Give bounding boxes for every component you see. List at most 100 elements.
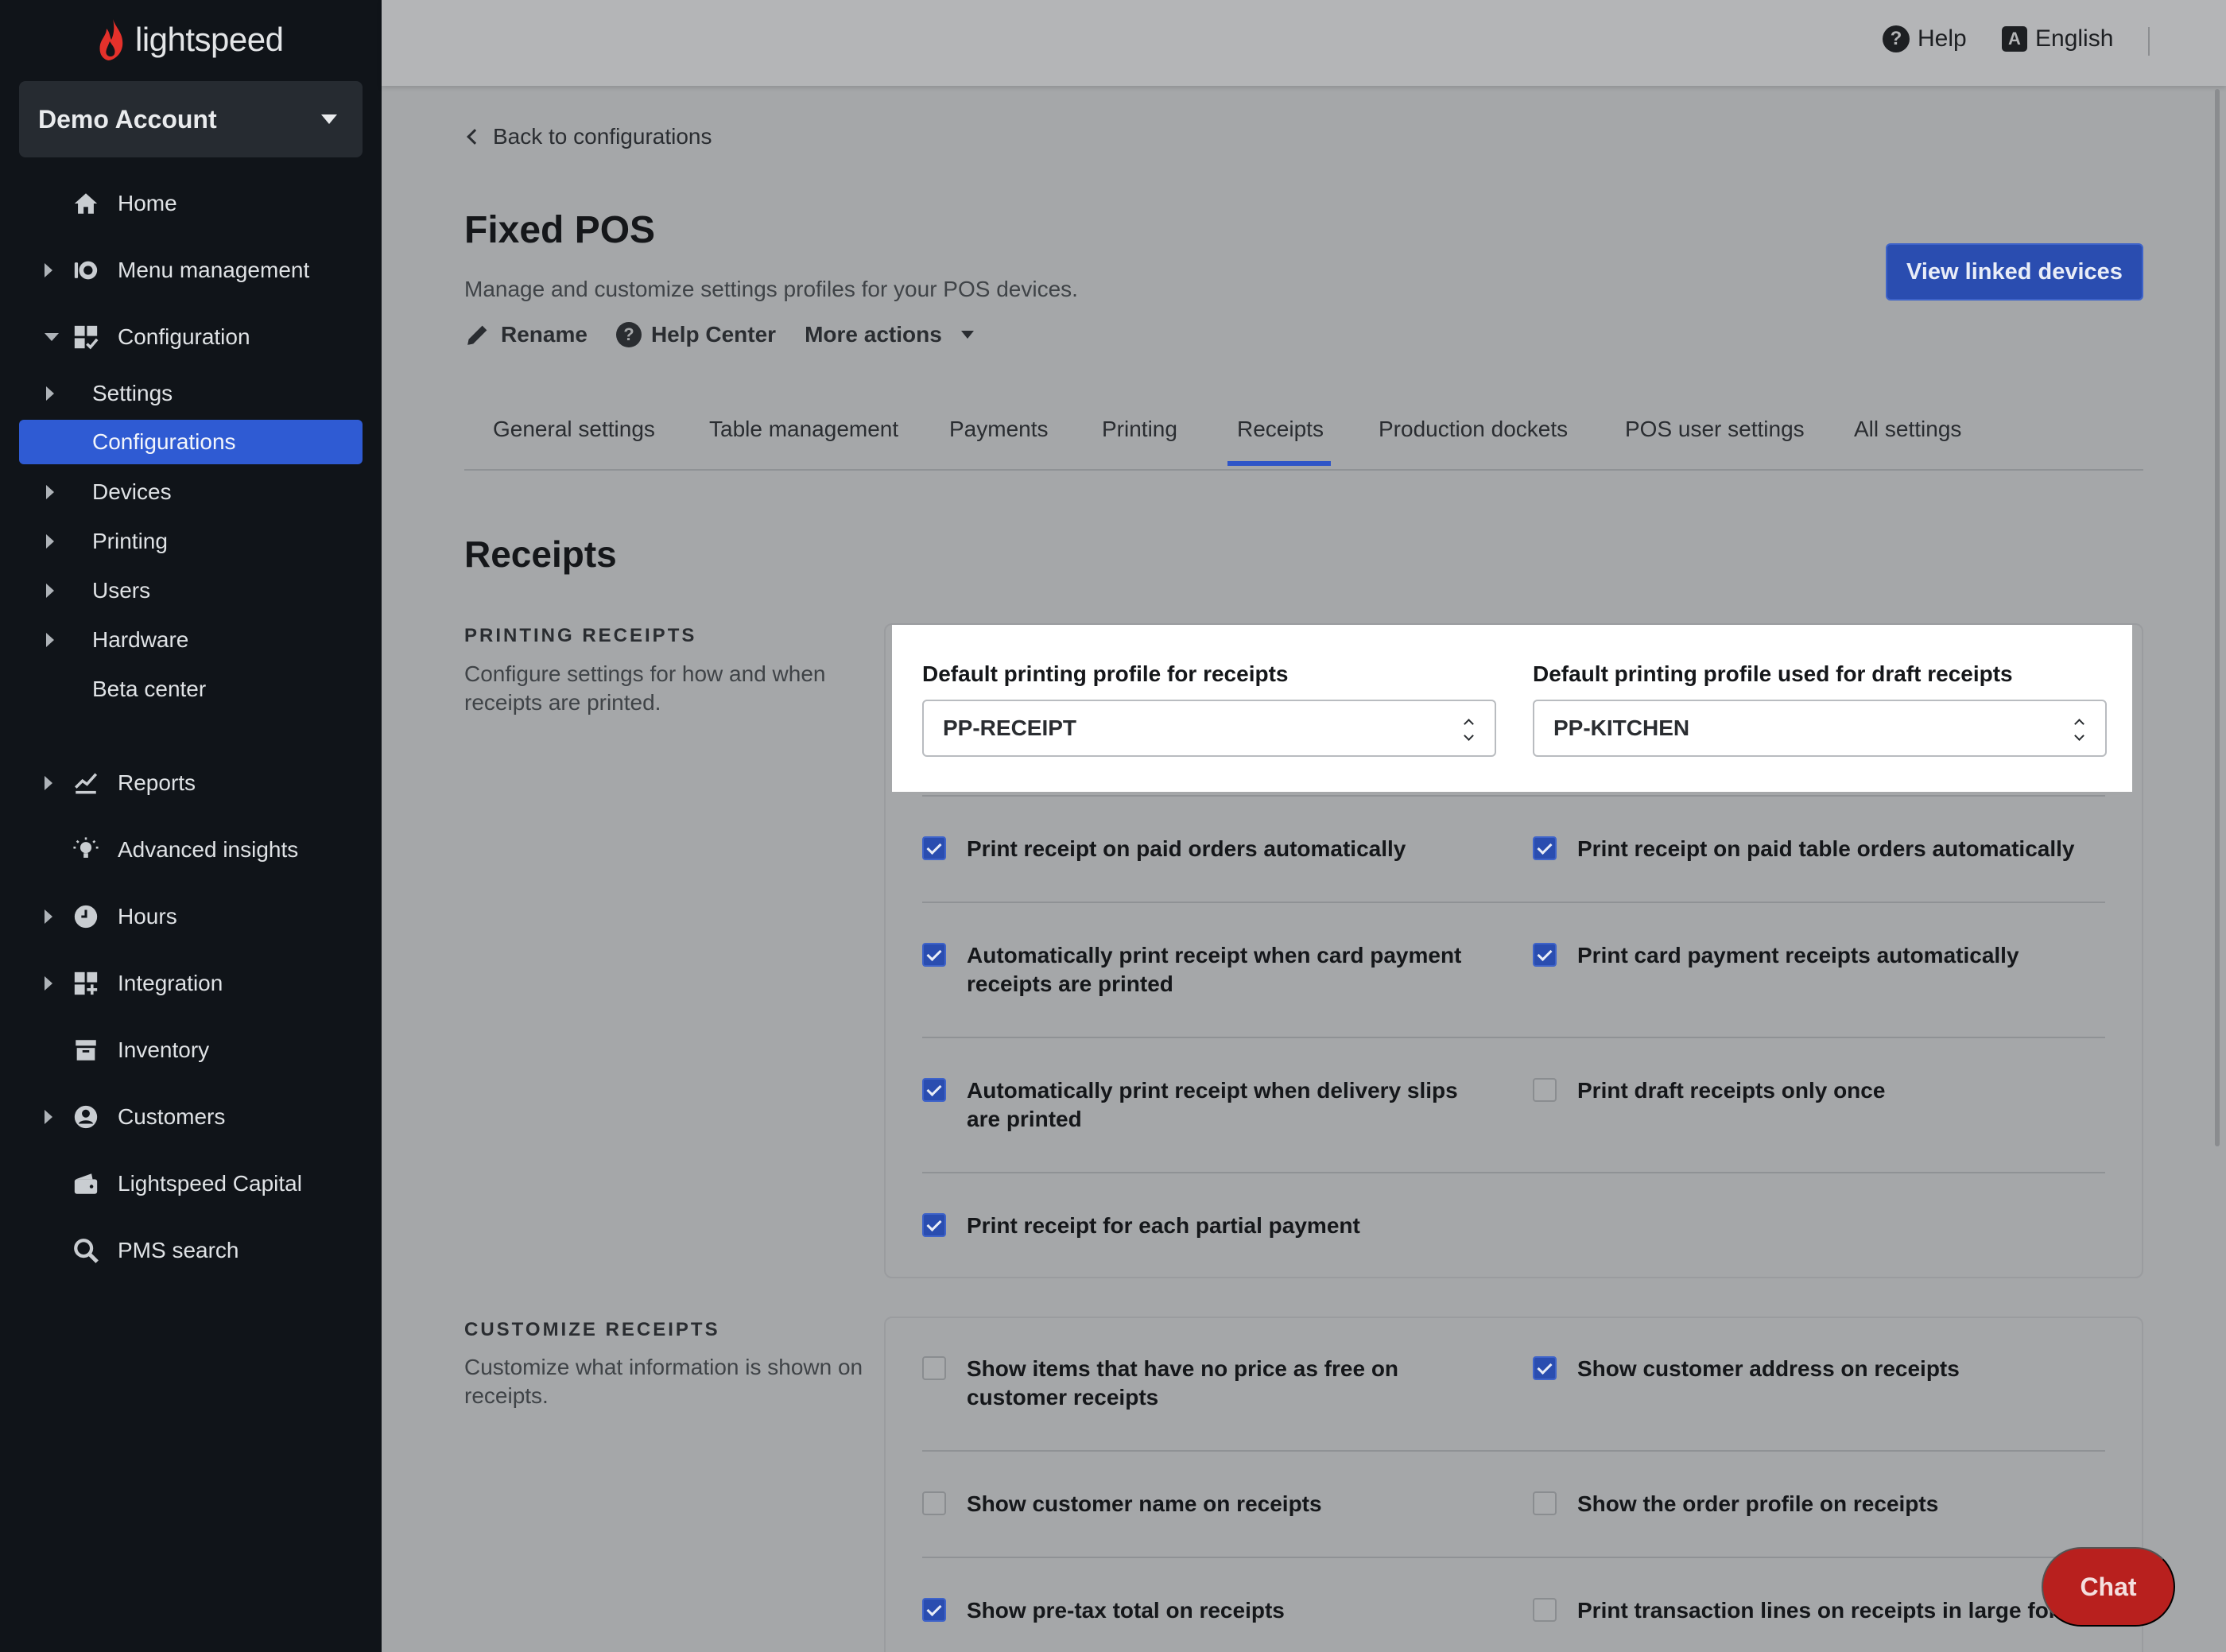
sidebar-subitem-settings[interactable]: Settings	[0, 371, 382, 416]
more-actions-dropdown[interactable]: More actions	[805, 322, 974, 347]
sidebar-item-hours[interactable]: Hours	[0, 893, 382, 940]
option-large-font[interactable]: Print transaction lines on receipts in l…	[1533, 1596, 2086, 1625]
back-to-configurations-link[interactable]: Back to configurations	[464, 124, 712, 149]
language-switcher[interactable]: A English	[2002, 25, 2113, 52]
option-print-card-payment-receipts[interactable]: Print card payment receipts automaticall…	[1533, 941, 2086, 970]
tab-table-management[interactable]: Table management	[709, 417, 898, 442]
option-pre-tax-total[interactable]: Show pre-tax total on receipts	[922, 1596, 1476, 1625]
option-print-with-delivery-slips[interactable]: Automatically print receipt when deliver…	[922, 1076, 1491, 1134]
sidebar-item-home[interactable]: Home	[0, 180, 382, 227]
sidebar-subitem-label: Hardware	[92, 627, 189, 652]
select-arrows-icon	[1464, 719, 1474, 741]
sidebar-subitem-configurations[interactable]: Configurations	[19, 420, 363, 464]
view-linked-devices-button[interactable]: View linked devices	[1886, 243, 2143, 301]
option-print-partial-payment[interactable]: Print receipt for each partial payment	[922, 1212, 1476, 1240]
sidebar-subitem-label: Printing	[92, 529, 168, 553]
tab-printing[interactable]: Printing	[1102, 417, 1177, 442]
draft-profile-label: Default printing profile used for draft …	[1533, 661, 2013, 686]
tab-payments[interactable]: Payments	[949, 417, 1049, 442]
sidebar-item-label: Lightspeed Capital	[118, 1171, 302, 1196]
sidebar-subitem-label: Beta center	[92, 677, 207, 701]
checkbox-unchecked[interactable]	[922, 1491, 946, 1515]
printing-receipts-heading: PRINTING RECEIPTS	[464, 625, 697, 646]
sidebar-subitem-beta-center[interactable]: Beta center	[0, 667, 382, 712]
checkbox-unchecked[interactable]	[922, 1356, 946, 1380]
sidebar-item-inventory[interactable]: Inventory	[0, 1026, 382, 1074]
sidebar-item-configuration[interactable]: Configuration	[0, 313, 382, 361]
option-label: Show the order profile on receipts	[1577, 1491, 1939, 1516]
tab-general-settings[interactable]: General settings	[493, 417, 655, 442]
option-print-paid-table-orders[interactable]: Print receipt on paid table orders autom…	[1533, 835, 2086, 863]
expand-icon	[45, 976, 52, 991]
reports-icon	[72, 769, 100, 797]
lightspeed-logo[interactable]: lightspeed	[95, 16, 284, 64]
tab-production-dockets[interactable]: Production dockets	[1379, 417, 1568, 442]
checkbox-checked[interactable]	[922, 1213, 946, 1237]
option-print-with-card-receipts[interactable]: Automatically print receipt when card pa…	[922, 941, 1476, 999]
topbar: ? Help A English	[382, 0, 2226, 86]
customize-receipts-description: Customize what information is shown on r…	[464, 1355, 863, 1408]
draft-profile-select[interactable]: PP-KITCHEN	[1533, 700, 2107, 757]
more-actions-label: More actions	[805, 322, 942, 347]
option-label: Show customer address on receipts	[1577, 1356, 1960, 1381]
checkbox-unchecked[interactable]	[1533, 1078, 1557, 1102]
select-arrows-icon	[2075, 719, 2084, 741]
sidebar-item-pms-search[interactable]: PMS search	[0, 1227, 382, 1274]
rename-label: Rename	[501, 322, 588, 347]
sidebar-subitem-devices[interactable]: Devices	[0, 470, 382, 514]
checkbox-checked[interactable]	[922, 1598, 946, 1622]
option-no-price-free[interactable]: Show items that have no price as free on…	[922, 1355, 1491, 1412]
receipt-profile-select[interactable]: PP-RECEIPT	[922, 700, 1496, 757]
sidebar-item-advanced-insights[interactable]: Advanced insights	[0, 826, 382, 874]
option-print-paid-orders[interactable]: Print receipt on paid orders automatical…	[922, 835, 1476, 863]
scrollbar[interactable]	[2215, 89, 2220, 1146]
sidebar-subitem-printing[interactable]: Printing	[0, 519, 382, 564]
clock-icon	[72, 902, 100, 931]
home-icon	[72, 189, 100, 218]
help-center-button[interactable]: ? Help Center	[615, 322, 777, 347]
help-center-label: Help Center	[650, 322, 777, 347]
sidebar-item-lightspeed-capital[interactable]: Lightspeed Capital	[0, 1160, 382, 1208]
checkbox-unchecked[interactable]	[1533, 1598, 1557, 1622]
sidebar-item-reports[interactable]: Reports	[0, 759, 382, 807]
divider	[922, 1172, 2105, 1173]
sidebar-item-customers[interactable]: Customers	[0, 1093, 382, 1141]
section-title: Receipts	[464, 533, 617, 575]
account-switcher[interactable]: Demo Account	[19, 81, 363, 157]
tab-receipts[interactable]: Receipts	[1237, 417, 1324, 442]
option-order-profile[interactable]: Show the order profile on receipts	[1533, 1490, 2086, 1518]
page-title: Fixed POS	[464, 209, 656, 251]
help-link[interactable]: ? Help	[1883, 25, 1967, 52]
option-print-draft-once[interactable]: Print draft receipts only once	[1533, 1076, 2086, 1105]
rename-button[interactable]: Rename	[464, 321, 588, 348]
checkbox-checked[interactable]	[1533, 943, 1557, 967]
option-label: Print receipt for each partial payment	[967, 1213, 1360, 1238]
flame-icon	[99, 19, 123, 60]
draft-profile-value: PP-KITCHEN	[1553, 715, 1690, 740]
option-customer-name[interactable]: Show customer name on receipts	[922, 1490, 1476, 1518]
divider	[2148, 27, 2150, 56]
sidebar-item-label: PMS search	[118, 1238, 239, 1262]
customer-icon	[72, 1103, 100, 1131]
chat-button[interactable]: Chat	[2042, 1547, 2175, 1627]
checkbox-checked[interactable]	[922, 943, 946, 967]
back-link-label: Back to configurations	[493, 124, 712, 149]
sidebar-subitem-hardware[interactable]: Hardware	[0, 618, 382, 662]
checkbox-checked[interactable]	[922, 1078, 946, 1102]
sidebar-item-menu-management[interactable]: Menu management	[0, 246, 382, 294]
sidebar-item-integration[interactable]: Integration	[0, 960, 382, 1007]
checkbox-unchecked[interactable]	[1533, 1491, 1557, 1515]
expand-icon	[46, 386, 54, 401]
checkbox-checked[interactable]	[1533, 836, 1557, 860]
option-label: Automatically print receipt when card pa…	[967, 943, 1462, 996]
sidebar-subitem-users[interactable]: Users	[0, 568, 382, 613]
caret-down-icon	[960, 331, 974, 339]
option-customer-address[interactable]: Show customer address on receipts	[1533, 1355, 2086, 1383]
checkbox-checked[interactable]	[922, 836, 946, 860]
tab-pos-user-settings[interactable]: POS user settings	[1625, 417, 1805, 442]
tab-all-settings[interactable]: All settings	[1854, 417, 1961, 442]
expand-icon	[46, 633, 54, 647]
sidebar-subitem-label: Configurations	[92, 429, 236, 454]
checkbox-checked[interactable]	[1533, 1356, 1557, 1380]
collapse-icon	[45, 333, 59, 341]
